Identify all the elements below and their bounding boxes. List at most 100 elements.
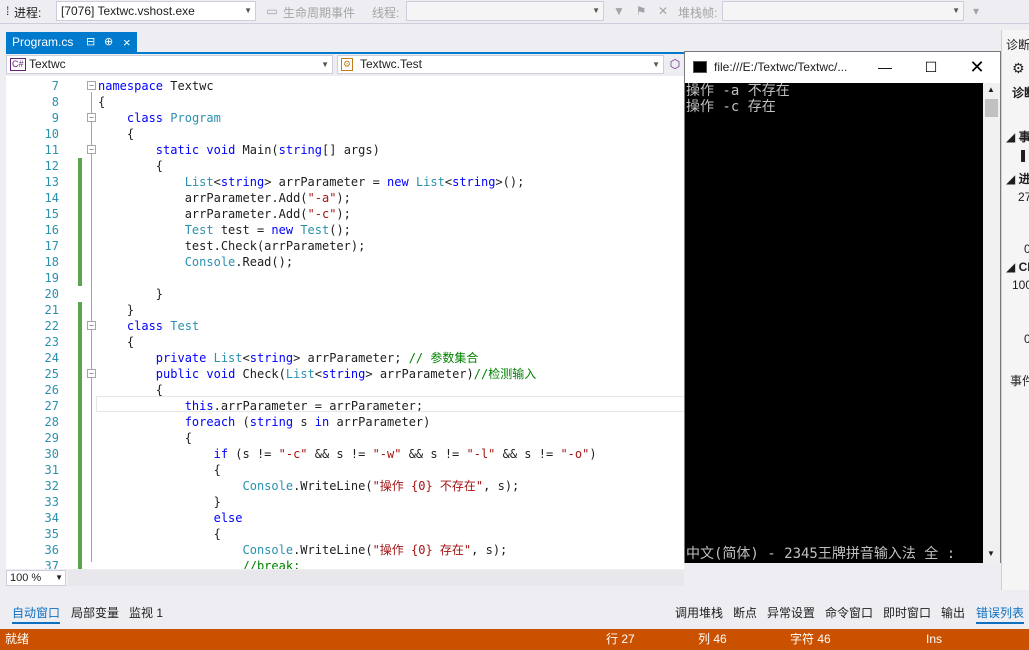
tab-command-window[interactable]: 命令窗口 bbox=[825, 604, 873, 621]
code-line[interactable]: 23 { bbox=[6, 334, 684, 350]
tab-breakpoints[interactable]: 断点 bbox=[733, 604, 757, 621]
zoom-select[interactable]: 100 % ▼ bbox=[6, 570, 66, 586]
filter-icon[interactable]: ▼ bbox=[611, 3, 627, 19]
code-line[interactable]: 18 Console.Read(); bbox=[6, 254, 684, 270]
tab-program-cs[interactable]: Program.cs ⊟ ⊕ × bbox=[6, 32, 137, 53]
console-output[interactable]: 操作 -a 不存在 操作 -c 存在 中文(简体) - 2345王牌拼音输入法 … bbox=[685, 83, 983, 563]
process-select[interactable]: [7076] Textwc.vshost.exe ▼ bbox=[56, 1, 256, 21]
type-select[interactable]: ⚙ Textwc.Test ▼ bbox=[337, 55, 664, 74]
collapse-icon[interactable]: − bbox=[87, 113, 96, 122]
code-text: class Test bbox=[126, 319, 200, 333]
pin-icon[interactable]: ⊕ bbox=[104, 32, 113, 53]
line-number: 9 bbox=[51, 111, 59, 125]
code-line[interactable]: 24 private List<string> arrParameter; //… bbox=[6, 350, 684, 366]
code-line[interactable]: 13 List<string> arrParameter = new List<… bbox=[6, 174, 684, 190]
tab-dropdown-icon[interactable]: ⊟ bbox=[86, 32, 95, 53]
tab-watch-1[interactable]: 监视 1 bbox=[129, 604, 163, 621]
thread-select[interactable]: ▼ bbox=[406, 1, 604, 21]
line-number: 22 bbox=[44, 319, 59, 333]
code-line[interactable]: 32 Console.WriteLine("操作 {0} 不存在", s); bbox=[6, 478, 684, 494]
maximize-button[interactable]: ☐ bbox=[908, 52, 954, 83]
code-line[interactable]: 25 − public void Check(List<string> arrPa… bbox=[6, 366, 684, 382]
collapse-icon[interactable]: − bbox=[87, 145, 96, 154]
tab-label: Program.cs bbox=[12, 35, 74, 49]
change-indicator bbox=[78, 478, 82, 494]
change-indicator bbox=[78, 158, 82, 174]
events-section[interactable]: ◢ 事 bbox=[1006, 128, 1029, 145]
tab-output[interactable]: 输出 bbox=[941, 604, 965, 621]
close-icon[interactable]: × bbox=[123, 32, 131, 53]
code-line[interactable]: 8{ bbox=[6, 94, 684, 110]
stackframe-select[interactable]: ▼ bbox=[722, 1, 964, 21]
change-indicator bbox=[78, 222, 82, 238]
code-line[interactable]: 12 { bbox=[6, 158, 684, 174]
tab-autos[interactable]: 自动窗口 bbox=[12, 604, 61, 624]
chevron-down-icon: ▼ bbox=[652, 60, 660, 69]
process-memory-section[interactable]: ◢ 进 bbox=[1006, 170, 1029, 187]
tab-immediate-window[interactable]: 即时窗口 bbox=[883, 604, 931, 621]
pause-icon[interactable]: ❚❚ bbox=[1018, 148, 1029, 162]
console-window[interactable]: file:///E:/Textwc/Textwc/... — ☐ ✕ 操作 -a… bbox=[684, 51, 1001, 563]
gear-icon[interactable]: ⚙ bbox=[1012, 60, 1025, 77]
code-line[interactable]: 28 foreach (string s in arrParameter) bbox=[6, 414, 684, 430]
events-tab[interactable]: 事件 bbox=[1010, 372, 1029, 389]
code-line[interactable]: 16 Test test = new Test(); bbox=[6, 222, 684, 238]
code-line[interactable]: 35 { bbox=[6, 526, 684, 542]
code-line[interactable]: 29 { bbox=[6, 430, 684, 446]
diag-tab-title[interactable]: 诊断 bbox=[1006, 36, 1029, 53]
code-text: namespace Textwc bbox=[98, 79, 214, 93]
code-line[interactable]: 10 { bbox=[6, 126, 684, 142]
tab-exception-settings[interactable]: 异常设置 bbox=[767, 604, 815, 621]
tab-error-list[interactable]: 错误列表 bbox=[976, 604, 1025, 624]
scroll-thumb[interactable] bbox=[985, 99, 998, 117]
clear-flag-icon[interactable]: ✕ bbox=[655, 3, 671, 19]
change-indicator bbox=[78, 302, 82, 318]
project-select[interactable]: C# Textwc ▼ bbox=[6, 55, 333, 74]
minimize-button[interactable]: — bbox=[862, 52, 908, 83]
line-number: 25 bbox=[44, 367, 59, 381]
scroll-down-icon[interactable]: ▼ bbox=[987, 549, 995, 558]
code-line[interactable]: 34 else bbox=[6, 510, 684, 526]
tab-locals[interactable]: 局部变量 bbox=[71, 604, 119, 621]
member-icon[interactable]: ⬡ bbox=[667, 56, 683, 72]
code-line[interactable]: 31 { bbox=[6, 462, 684, 478]
diag-header: 诊断 bbox=[1012, 86, 1029, 100]
collapse-icon[interactable]: − bbox=[87, 369, 96, 378]
code-line[interactable]: 21 } bbox=[6, 302, 684, 318]
code-line[interactable]: 9 − class Program bbox=[6, 110, 684, 126]
code-line[interactable]: 15 arrParameter.Add("-c"); bbox=[6, 206, 684, 222]
scroll-up-icon[interactable]: ▲ bbox=[987, 85, 995, 94]
lifecycle-icon[interactable]: ▭ bbox=[264, 3, 280, 19]
code-text: Console.WriteLine("操作 {0} 存在", s); bbox=[242, 543, 508, 557]
close-button[interactable]: ✕ bbox=[954, 52, 1000, 83]
type-name: Textwc.Test bbox=[360, 57, 423, 71]
status-ready: 就绪 bbox=[5, 632, 30, 646]
code-line[interactable]: 37 //break; bbox=[6, 558, 684, 569]
change-indicator bbox=[78, 526, 82, 542]
code-line[interactable]: 19 bbox=[6, 270, 684, 286]
code-text: { bbox=[98, 159, 164, 173]
console-titlebar[interactable]: file:///E:/Textwc/Textwc/... — ☐ ✕ bbox=[685, 52, 1000, 83]
flag-icon[interactable]: ⚑ bbox=[633, 3, 649, 19]
cpu-max: 100 bbox=[1012, 278, 1029, 292]
collapse-icon[interactable]: − bbox=[87, 81, 96, 90]
horizontal-scrollbar[interactable] bbox=[68, 570, 684, 586]
lifecycle-events-button[interactable]: 生命周期事件 bbox=[283, 4, 355, 21]
tab-call-stack[interactable]: 调用堆栈 bbox=[675, 604, 723, 621]
code-line[interactable]: 17 test.Check(arrParameter); bbox=[6, 238, 684, 254]
code-line[interactable]: 7 − namespace Textwc bbox=[6, 78, 684, 94]
code-line[interactable]: 11 − static void Main(string[] args) bbox=[6, 142, 684, 158]
code-line[interactable]: 14 arrParameter.Add("-a"); bbox=[6, 190, 684, 206]
code-line[interactable]: 20 } bbox=[6, 286, 684, 302]
code-line[interactable]: 22 − class Test bbox=[6, 318, 684, 334]
console-scrollbar[interactable]: ▲ ▼ bbox=[983, 83, 1000, 563]
toolbar-overflow-icon[interactable]: ▾ bbox=[968, 3, 984, 19]
console-icon bbox=[693, 61, 707, 73]
code-line[interactable]: 36 Console.WriteLine("操作 {0} 存在", s); bbox=[6, 542, 684, 558]
collapse-icon[interactable]: − bbox=[87, 321, 96, 330]
code-editor[interactable]: 7− namespace Textwc 8{9− class Program 10 {… bbox=[6, 76, 684, 569]
cpu-section[interactable]: ◢ CP bbox=[1006, 260, 1029, 274]
code-line[interactable]: 30 if (s != "-c" && s != "-w" && s != "-… bbox=[6, 446, 684, 462]
code-line[interactable]: 33 } bbox=[6, 494, 684, 510]
code-text: { bbox=[98, 335, 135, 349]
